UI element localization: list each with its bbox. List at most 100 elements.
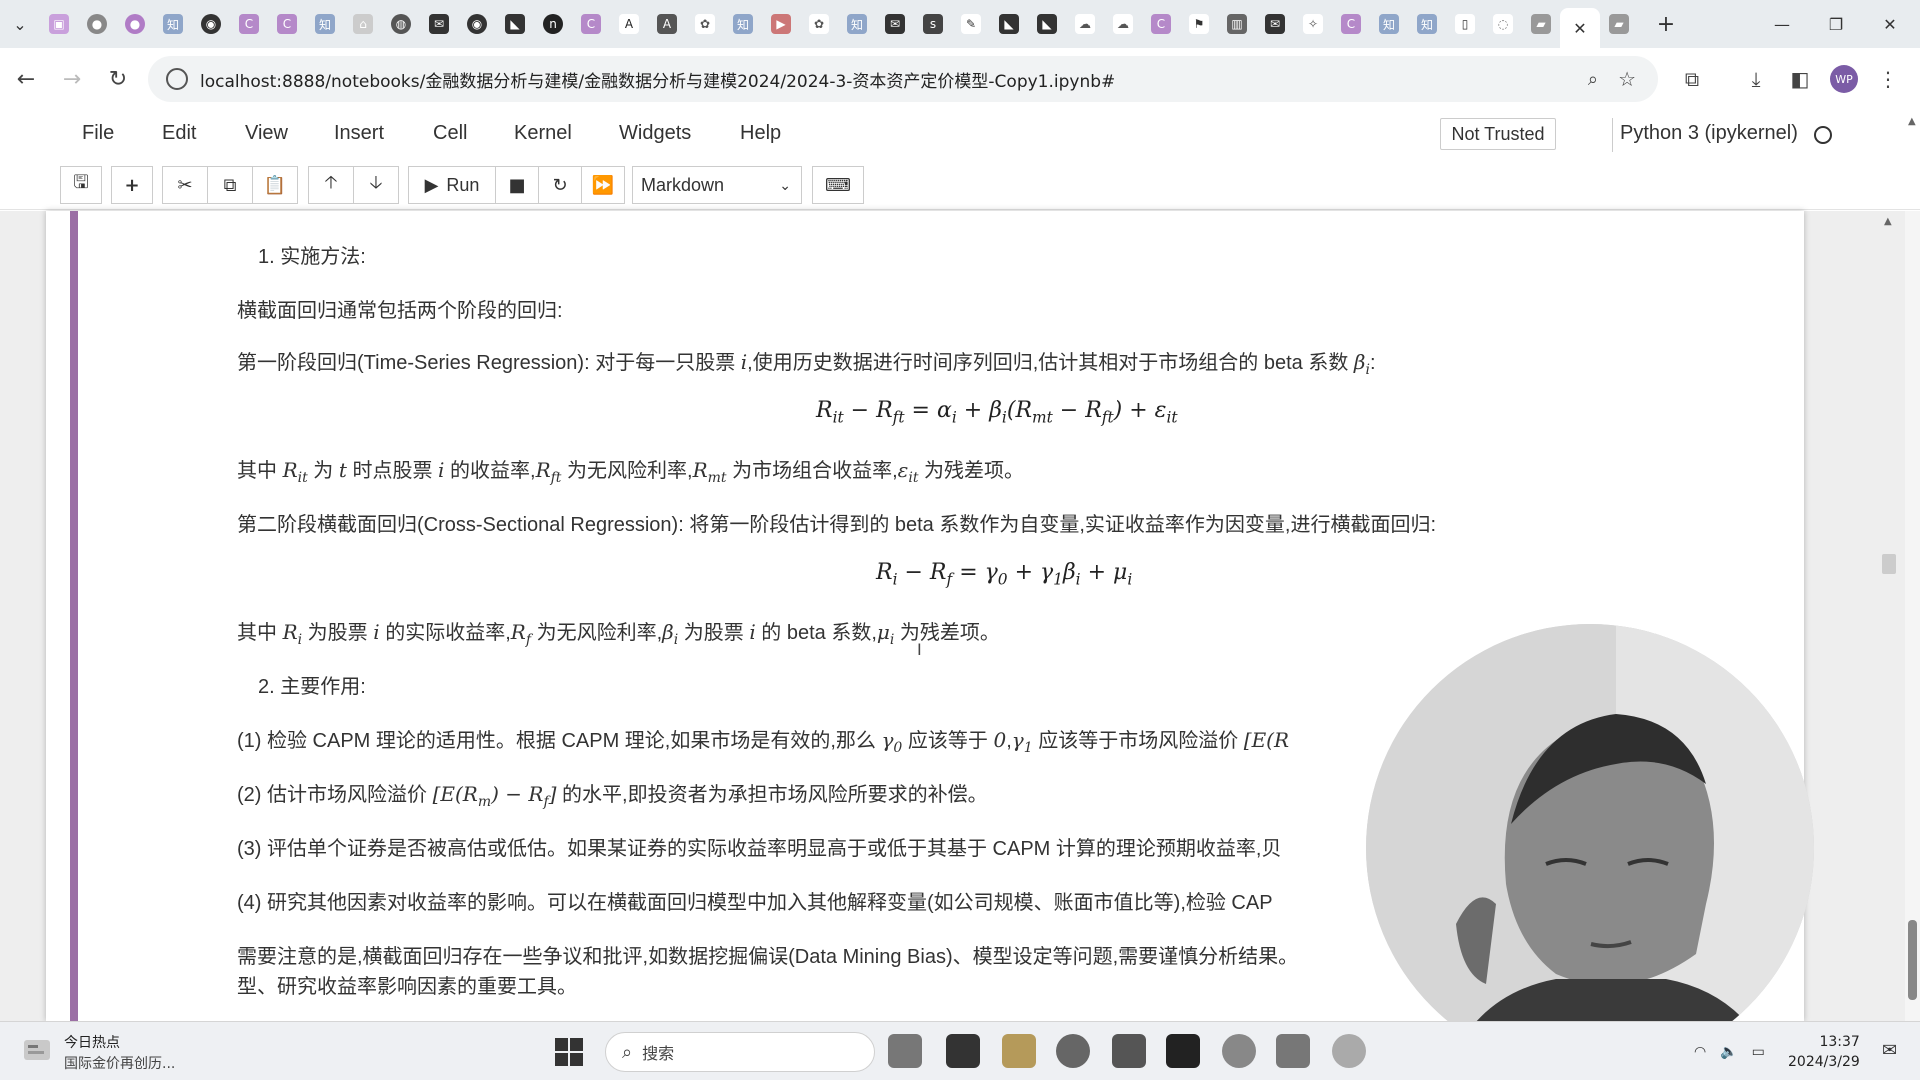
- run-button[interactable]: ▶ Run: [408, 166, 496, 204]
- window-close-icon[interactable]: ✕: [1860, 0, 1920, 48]
- windows-start-icon[interactable]: [555, 1038, 583, 1066]
- github-icon[interactable]: ◉: [460, 7, 494, 41]
- bookmark-star-icon[interactable]: ☆: [1618, 67, 1636, 91]
- tab-favicon[interactable]: ✿: [688, 7, 722, 41]
- forward-arrow-icon[interactable]: →: [52, 59, 92, 99]
- news-widget-icon[interactable]: [22, 1036, 54, 1066]
- taskbar-app-icon[interactable]: [888, 1034, 922, 1068]
- menu-help[interactable]: Help: [740, 122, 781, 145]
- tab-favicon[interactable]: ▰: [1602, 7, 1636, 41]
- tab-favicon[interactable]: ✉: [1258, 7, 1292, 41]
- wps-app-icon[interactable]: [1276, 1034, 1310, 1068]
- menu-view[interactable]: View: [245, 122, 288, 145]
- tab-favicon[interactable]: ●: [80, 7, 114, 41]
- page-scrollbar[interactable]: [1905, 211, 1920, 1021]
- cut-icon[interactable]: ✂: [162, 166, 208, 204]
- tab-favicon[interactable]: ✿: [802, 7, 836, 41]
- trust-status-button[interactable]: Not Trusted: [1440, 118, 1556, 150]
- tab-favicon[interactable]: ✧: [1296, 7, 1330, 41]
- tab-favicon[interactable]: ▥: [1220, 7, 1254, 41]
- cell-type-select[interactable]: Markdown ⌄: [632, 166, 802, 204]
- taskbar-search-input[interactable]: ⌕ 搜索: [605, 1032, 875, 1072]
- tab-favicon[interactable]: ✎: [954, 7, 988, 41]
- tab-favicon[interactable]: C: [574, 7, 608, 41]
- volume-icon[interactable]: 🔈: [1720, 1044, 1737, 1060]
- move-down-icon[interactable]: 🡣: [353, 166, 399, 204]
- tab-favicon[interactable]: ◣: [992, 7, 1026, 41]
- site-info-icon[interactable]: [166, 68, 188, 90]
- page-scrollbar-thumb[interactable]: [1908, 920, 1917, 1000]
- tab-favicon[interactable]: 知: [1372, 7, 1406, 41]
- terminal-app-icon[interactable]: [946, 1034, 980, 1068]
- taskbar-app-icon[interactable]: [1112, 1034, 1146, 1068]
- minimize-icon[interactable]: —: [1752, 0, 1812, 48]
- tab-favicon[interactable]: ✉: [422, 7, 456, 41]
- tab-favicon[interactable]: ⚑: [1182, 7, 1216, 41]
- news-title[interactable]: 今日热点: [64, 1032, 120, 1052]
- menu-kernel[interactable]: Kernel: [514, 122, 572, 145]
- back-arrow-icon[interactable]: ←: [6, 59, 46, 99]
- wifi-icon[interactable]: ◠: [1694, 1044, 1706, 1060]
- extensions-icon[interactable]: ⧉: [1670, 57, 1714, 101]
- download-icon[interactable]: ⤓: [1734, 57, 1778, 101]
- scroll-up-icon[interactable]: ▲: [1884, 216, 1892, 227]
- browser-menu-icon[interactable]: ⋮: [1866, 57, 1910, 101]
- tab-favicon[interactable]: C: [1144, 7, 1178, 41]
- browser-app-icon[interactable]: [1056, 1034, 1090, 1068]
- battery-icon[interactable]: ▭: [1752, 1044, 1765, 1060]
- terminal-app-icon[interactable]: [1166, 1034, 1200, 1068]
- move-up-icon[interactable]: 🡡: [308, 166, 354, 204]
- tab-favicon[interactable]: ●: [118, 7, 152, 41]
- tab-favicon[interactable]: 知: [726, 7, 760, 41]
- keyboard-icon[interactable]: ⌨: [812, 166, 864, 204]
- fast-forward-icon[interactable]: ⏩: [581, 166, 625, 204]
- tab-favicon[interactable]: ⌂: [346, 7, 380, 41]
- menu-insert[interactable]: Insert: [334, 122, 384, 145]
- taskbar-app-icon[interactable]: [1332, 1034, 1366, 1068]
- tab-favicon[interactable]: n: [536, 7, 570, 41]
- stop-icon[interactable]: ■: [495, 166, 539, 204]
- news-subtitle[interactable]: 国际金价再创历...: [64, 1053, 175, 1073]
- tab-favicon[interactable]: s: [916, 7, 950, 41]
- reload-icon[interactable]: ↻: [98, 59, 138, 99]
- tab-favicon[interactable]: 知: [1410, 7, 1444, 41]
- file-explorer-icon[interactable]: [1002, 1034, 1036, 1068]
- tab-favicon[interactable]: A: [650, 7, 684, 41]
- tab-favicon[interactable]: ▣: [42, 7, 76, 41]
- cloud-icon[interactable]: ☁: [1106, 7, 1140, 41]
- restore-icon[interactable]: ❐: [1806, 0, 1866, 48]
- scroll-up-icon[interactable]: ▲: [1908, 116, 1916, 127]
- tab-favicon[interactable]: A: [612, 7, 646, 41]
- profile-avatar[interactable]: WP: [1822, 57, 1866, 101]
- tab-favicon[interactable]: 知: [308, 7, 342, 41]
- tab-favicon[interactable]: ▰: [1524, 7, 1558, 41]
- active-tab-close-icon[interactable]: ✕: [1560, 8, 1600, 48]
- tab-favicon[interactable]: 知: [156, 7, 190, 41]
- zoom-icon[interactable]: ⌕: [1588, 69, 1598, 90]
- cell-scroll-thumb[interactable]: [1882, 554, 1896, 574]
- tab-favicon[interactable]: ◌: [1486, 7, 1520, 41]
- tab-favicon[interactable]: C: [1334, 7, 1368, 41]
- paste-icon[interactable]: 📋: [252, 166, 298, 204]
- menu-file[interactable]: File: [82, 122, 114, 145]
- tab-favicon[interactable]: 知: [840, 7, 874, 41]
- url-input[interactable]: localhost:8888/notebooks/金融数据分析与建模/金融数据分…: [148, 56, 1658, 102]
- menu-widgets[interactable]: Widgets: [619, 122, 691, 145]
- menu-edit[interactable]: Edit: [162, 122, 196, 145]
- tab-favicon[interactable]: C: [270, 7, 304, 41]
- copy-icon[interactable]: ⧉: [207, 166, 253, 204]
- save-icon[interactable]: 🖫: [60, 166, 102, 204]
- restart-icon[interactable]: ↻: [538, 166, 582, 204]
- tab-search-chevron-icon[interactable]: ⌄: [0, 0, 40, 48]
- notification-icon[interactable]: ✉: [1882, 1040, 1897, 1061]
- tab-favicon[interactable]: C: [232, 7, 266, 41]
- tab-favicon[interactable]: ▯: [1448, 7, 1482, 41]
- taskbar-app-icon[interactable]: [1222, 1034, 1256, 1068]
- github-icon[interactable]: ◉: [194, 7, 228, 41]
- menu-cell[interactable]: Cell: [433, 122, 467, 145]
- tab-favicon[interactable]: ▶: [764, 7, 798, 41]
- cloud-icon[interactable]: ☁: [1068, 7, 1102, 41]
- tab-favicon[interactable]: ◣: [1030, 7, 1064, 41]
- kernel-name[interactable]: Python 3 (ipykernel): [1620, 122, 1798, 145]
- tab-favicon[interactable]: ✉: [878, 7, 912, 41]
